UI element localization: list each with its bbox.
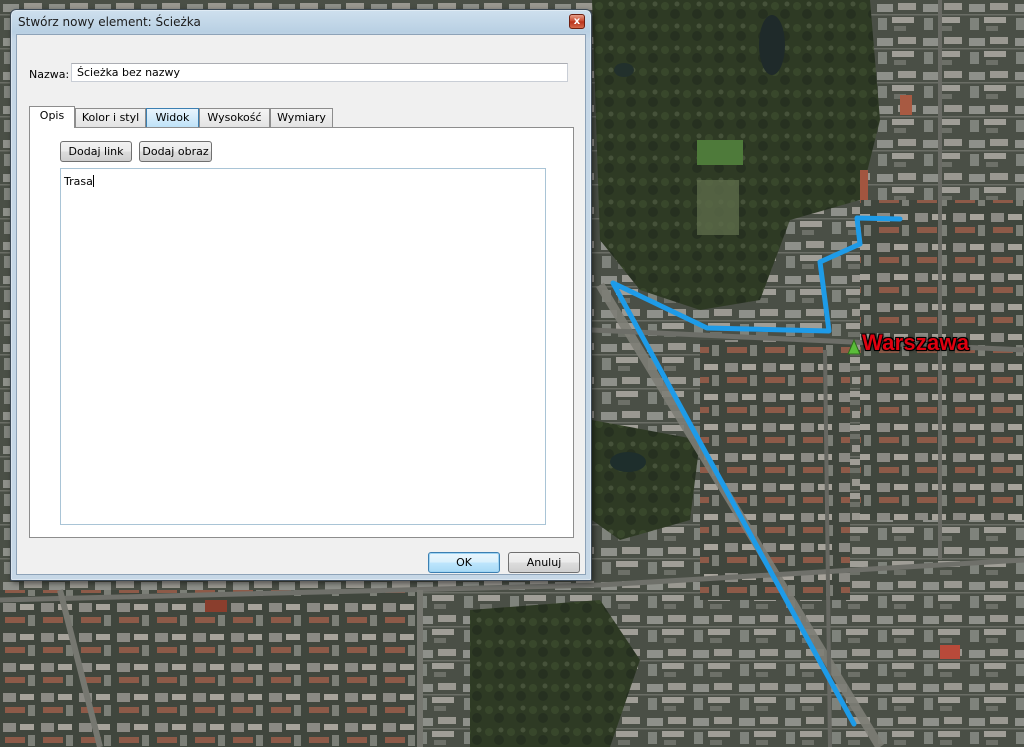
description-text: Trasa	[64, 175, 93, 188]
ok-button[interactable]: OK	[428, 552, 500, 573]
dialog-title: Stwórz nowy element: Ścieżka	[18, 15, 201, 29]
name-field[interactable]: Ścieżka bez nazwy	[71, 63, 568, 82]
close-icon[interactable]: x	[569, 14, 585, 29]
tab-label: Wysokość	[207, 111, 262, 124]
tab-label: Widok	[155, 111, 190, 124]
cancel-button[interactable]: Anuluj	[508, 552, 580, 573]
tab-color-style[interactable]: Kolor i styl	[75, 108, 146, 127]
tab-measurements[interactable]: Wymiary	[270, 108, 333, 127]
placemark-pin-icon[interactable]	[846, 338, 862, 356]
add-image-button[interactable]: Dodaj obraz	[139, 141, 212, 162]
add-link-button[interactable]: Dodaj link	[60, 141, 132, 162]
tab-description[interactable]: Opis	[29, 106, 75, 128]
place-label-warszawa[interactable]: Warszawa	[862, 330, 969, 356]
description-textarea[interactable]: Trasa	[60, 168, 546, 525]
tab-label: Kolor i styl	[81, 111, 140, 124]
dialog-titlebar[interactable]: Stwórz nowy element: Ścieżka x	[11, 10, 591, 34]
close-glyph: x	[573, 16, 581, 27]
text-caret	[92, 175, 94, 187]
tab-altitude[interactable]: Wysokość	[199, 108, 270, 127]
tab-view[interactable]: Widok	[146, 108, 199, 127]
tab-label: Opis	[39, 109, 65, 122]
name-label: Nazwa:	[29, 68, 70, 81]
description-tab-panel: Dodaj link Dodaj obraz Trasa	[29, 127, 574, 538]
create-path-dialog: Stwórz nowy element: Ścieżka x Nazwa: Śc…	[10, 9, 592, 581]
tab-label: Wymiary	[277, 111, 326, 124]
dialog-client-area: Nazwa: Ścieżka bez nazwy Opis Kolor i st…	[16, 34, 586, 575]
